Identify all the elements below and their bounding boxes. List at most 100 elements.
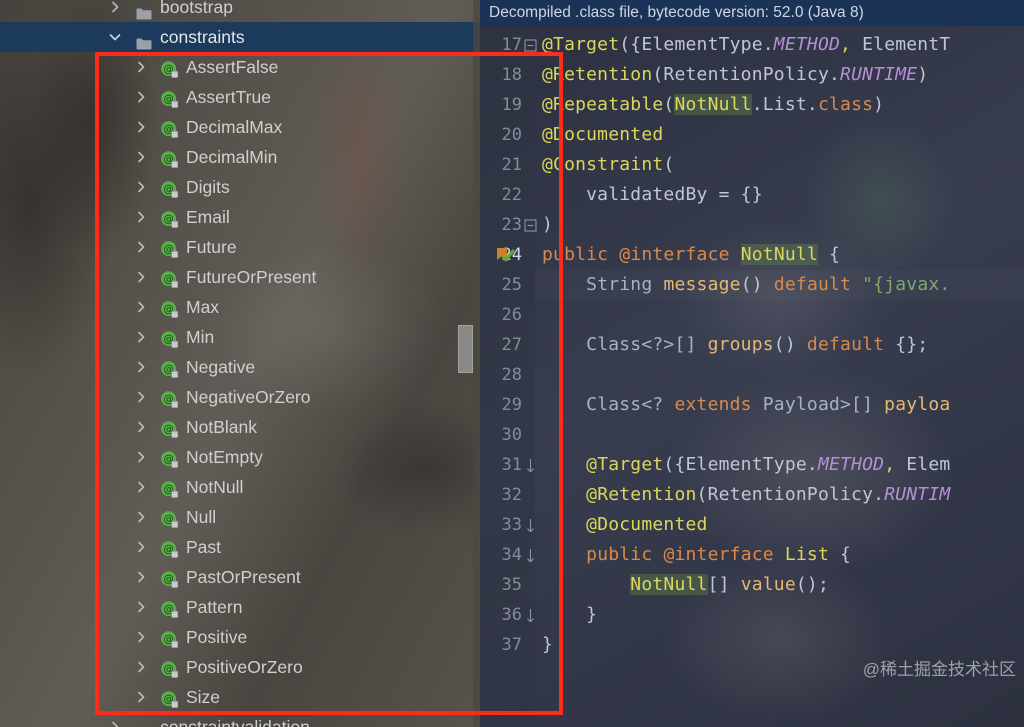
chevron-right-icon[interactable] <box>134 120 148 134</box>
tree-item-asserttrue[interactable]: @ AssertTrue <box>0 82 480 112</box>
chevron-right-icon[interactable] <box>134 690 148 704</box>
code-fold-marker[interactable] <box>524 39 537 52</box>
code-line[interactable]: @Documented <box>542 510 708 540</box>
tree-item-min[interactable]: @ Min <box>0 322 480 352</box>
tree-item-assertfalse[interactable]: @ AssertFalse <box>0 52 480 82</box>
annotation-icon: @ <box>160 538 179 558</box>
code-line[interactable]: @Target({ElementType.METHOD, ElementT <box>542 30 950 60</box>
tree-item-positive[interactable]: @ Positive <box>0 622 480 652</box>
chevron-right-icon[interactable] <box>134 390 148 404</box>
code-line[interactable]: @Target({ElementType.METHOD, Elem <box>542 450 950 480</box>
code-editor-panel[interactable]: Decompiled .class file, bytecode version… <box>480 0 1024 727</box>
code-token: @Retention <box>542 64 653 85</box>
code-fold-marker[interactable] <box>524 519 537 532</box>
project-tree-panel[interactable]: bootstrap constraints @ AssertFalse @ AssertT… <box>0 0 480 727</box>
tree-item-bootstrap[interactable]: bootstrap <box>0 0 480 22</box>
code-token: ElementType <box>641 34 763 55</box>
tree-item-label: Positive <box>186 627 248 647</box>
chevron-right-icon[interactable] <box>134 90 148 104</box>
code-fold-marker[interactable] <box>524 219 537 232</box>
chevron-right-icon[interactable] <box>134 510 148 524</box>
code-line[interactable]: validatedBy = {} <box>542 180 763 210</box>
annotation-icon: @ <box>160 568 179 588</box>
gutter-line-number: 29 <box>501 395 522 415</box>
tree-item-max[interactable]: @ Max <box>0 292 480 322</box>
code-token: ( <box>663 154 675 175</box>
chevron-right-icon[interactable] <box>108 0 122 14</box>
code-token: NotNull <box>740 244 818 265</box>
code-line[interactable]: @Retention(RetentionPolicy.RUNTIM <box>542 480 950 510</box>
tree-item-pattern[interactable]: @ Pattern <box>0 592 480 622</box>
chevron-right-icon[interactable] <box>108 720 122 727</box>
tree-item-email[interactable]: @ Email <box>0 202 480 232</box>
chevron-right-icon[interactable] <box>134 450 148 464</box>
code-line[interactable]: @Repeatable(NotNull.List.class) <box>542 90 884 120</box>
tree-item-notempty[interactable]: @ NotEmpty <box>0 442 480 472</box>
annotation-icon: @ <box>160 178 179 198</box>
code-line[interactable]: @Documented <box>542 120 663 150</box>
tree-item-future[interactable]: @ Future <box>0 232 480 262</box>
tree-item-notblank[interactable]: @ NotBlank <box>0 412 480 442</box>
chevron-right-icon[interactable] <box>134 420 148 434</box>
code-token: class <box>817 94 874 115</box>
tree-item-constraints[interactable]: constraints <box>0 22 480 52</box>
chevron-down-icon[interactable] <box>108 30 122 44</box>
tree-item-past[interactable]: @ Past <box>0 532 480 562</box>
tree-item-decimalmin[interactable]: @ DecimalMin <box>0 142 480 172</box>
code-line[interactable]: public @interface NotNull { <box>542 240 840 270</box>
chevron-right-icon[interactable] <box>134 540 148 554</box>
tree-item-positiveorzero[interactable]: @ PositiveOrZero <box>0 652 480 682</box>
folder-icon <box>136 30 152 50</box>
code-line[interactable]: Class<?>[] groups() default {}; <box>542 330 928 360</box>
chevron-right-icon[interactable] <box>134 60 148 74</box>
tree-item-null[interactable]: @ Null <box>0 502 480 532</box>
tree-item-label: FutureOrPresent <box>186 267 317 287</box>
annotation-icon: @ <box>160 658 179 678</box>
chevron-right-icon[interactable] <box>134 180 148 194</box>
tree-item-size[interactable]: @ Size <box>0 682 480 712</box>
code-line[interactable]: @Retention(RetentionPolicy.RUNTIME) <box>542 60 928 90</box>
chevron-right-icon[interactable] <box>134 600 148 614</box>
code-line[interactable]: ) <box>542 210 553 240</box>
tree-item-digits[interactable]: @ Digits <box>0 172 480 202</box>
chevron-right-icon[interactable] <box>134 330 148 344</box>
code-line[interactable]: @Constraint( <box>542 150 674 180</box>
code-token: default <box>806 334 885 355</box>
code-line[interactable]: NotNull[] value(); <box>542 570 829 600</box>
chevron-right-icon[interactable] <box>134 300 148 314</box>
code-line[interactable]: public @interface List { <box>542 540 851 570</box>
code-line[interactable]: String message() default "{javax. <box>542 270 950 300</box>
code-fold-marker[interactable] <box>524 549 537 562</box>
chevron-right-icon[interactable] <box>134 660 148 674</box>
code-line[interactable]: } <box>542 630 553 660</box>
tree-item-futureorpresent[interactable]: @ FutureOrPresent <box>0 262 480 292</box>
code-token: [] <box>707 574 741 595</box>
tree-item-negative[interactable]: @ Negative <box>0 352 480 382</box>
code-line[interactable]: } <box>542 600 597 630</box>
code-fold-marker[interactable] <box>524 459 537 472</box>
tree-item-pastorpresent[interactable]: @ PastOrPresent <box>0 562 480 592</box>
tree-item-notnull[interactable]: @ NotNull <box>0 472 480 502</box>
gutter-line-number: 19 <box>501 95 522 115</box>
code-fold-marker[interactable] <box>524 609 537 622</box>
chevron-right-icon[interactable] <box>134 150 148 164</box>
tree-item-decimalmax[interactable]: @ DecimalMax <box>0 112 480 142</box>
chevron-right-icon[interactable] <box>134 480 148 494</box>
bookmark-check-icon[interactable] <box>495 246 515 264</box>
chevron-right-icon[interactable] <box>134 240 148 254</box>
chevron-right-icon[interactable] <box>134 630 148 644</box>
chevron-right-icon[interactable] <box>134 570 148 584</box>
chevron-right-icon[interactable] <box>134 210 148 224</box>
tree-item-label: Digits <box>186 177 230 197</box>
code-token: groups <box>707 334 774 355</box>
chevron-right-icon[interactable] <box>134 270 148 284</box>
code-line[interactable]: Class<? extends Payload>[] payloa <box>542 390 950 420</box>
tree-item-negativeorzero[interactable]: @ NegativeOrZero <box>0 382 480 412</box>
tree-item-constraintvalidation[interactable]: constraintvalidation <box>0 712 480 727</box>
code-token: validatedBy = {} <box>542 184 763 205</box>
chevron-right-icon[interactable] <box>134 360 148 374</box>
code-token: ({ <box>663 454 686 475</box>
tree-scrollbar-thumb[interactable] <box>458 325 473 373</box>
